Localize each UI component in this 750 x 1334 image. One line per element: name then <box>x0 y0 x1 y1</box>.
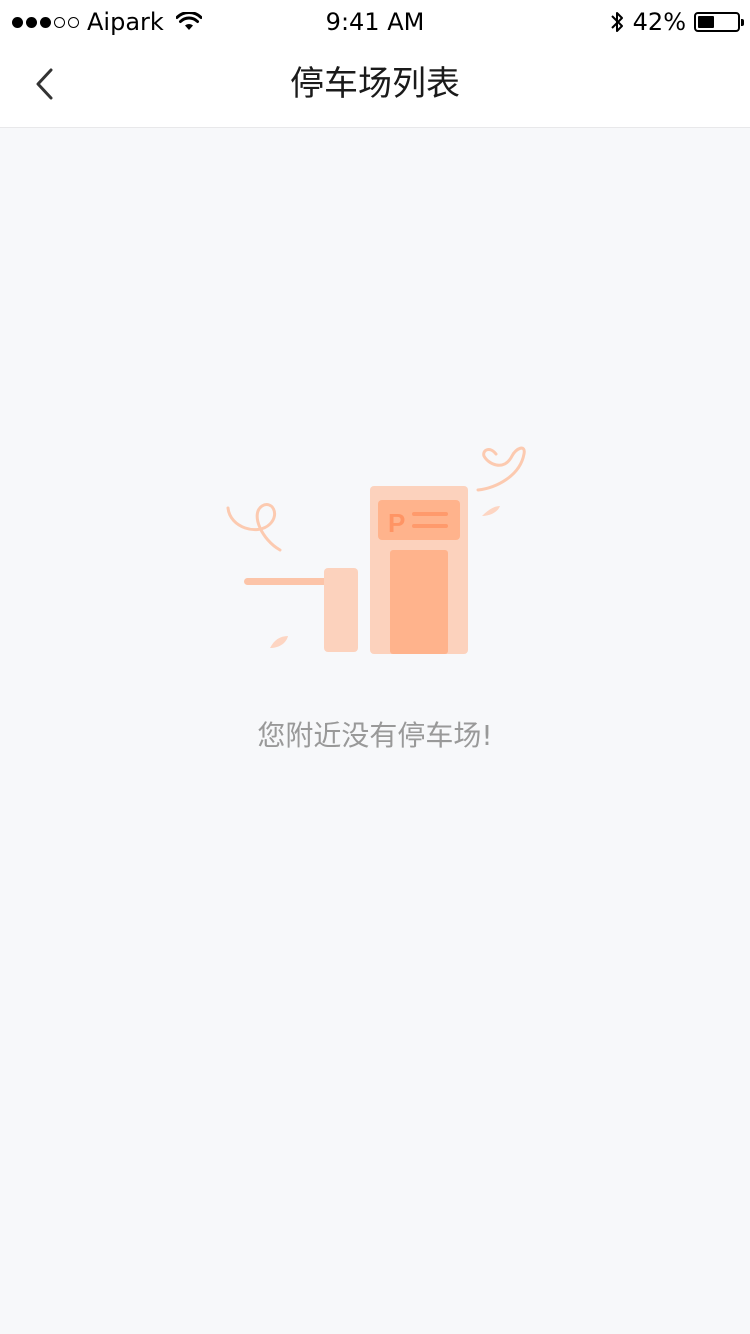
parking-gate-illustration: P <box>226 446 526 654</box>
status-bar: Aipark 9:41 AM 42% <box>0 0 750 40</box>
decor-swirl-left <box>226 503 282 552</box>
parking-sign-letter: P <box>388 508 405 538</box>
battery-level-fill <box>698 16 714 28</box>
decor-petal-right <box>482 506 500 516</box>
page-title: 停车场列表 <box>290 64 460 104</box>
navigation-bar: 停车场列表 <box>0 40 750 128</box>
decor-petal-left <box>270 636 288 648</box>
barrier-post <box>324 568 358 652</box>
status-right: 42% <box>609 8 744 36</box>
bluetooth-icon <box>610 12 623 32</box>
parking-sign-line-2 <box>412 524 448 528</box>
battery-percent: 42% <box>632 8 686 36</box>
empty-state-message: 您附近没有停车场! <box>257 719 493 752</box>
battery-icon <box>694 12 744 32</box>
booth-door <box>390 550 448 654</box>
parking-sign-line-1 <box>412 512 448 516</box>
decor-swirl-right <box>476 446 526 492</box>
